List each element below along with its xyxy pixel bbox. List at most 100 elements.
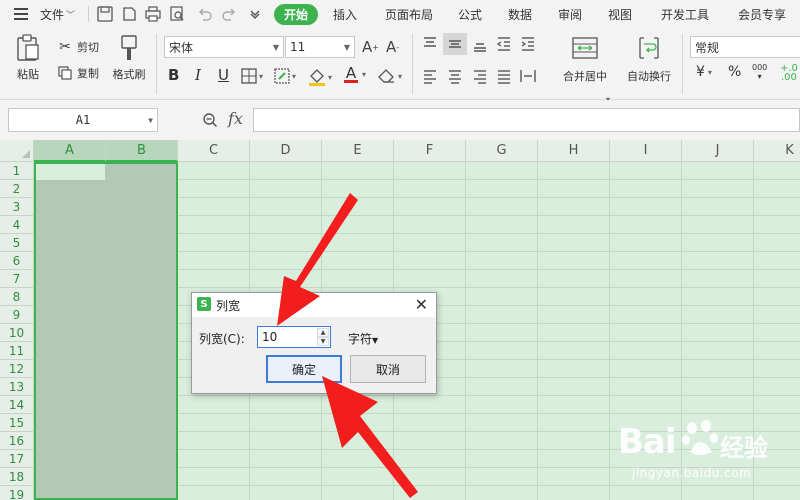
- row-header-11[interactable]: 11: [0, 342, 34, 360]
- align-top-icon[interactable]: [422, 36, 438, 52]
- align-right-icon[interactable]: [472, 68, 488, 84]
- tab-home[interactable]: 开始: [274, 4, 319, 25]
- column-width-input[interactable]: 10: [262, 330, 277, 344]
- column-header-e[interactable]: E: [322, 140, 394, 162]
- currency-button[interactable]: ¥ ▾: [696, 64, 712, 80]
- tab-member[interactable]: 会员专享: [738, 6, 786, 23]
- close-icon[interactable]: ✕: [415, 295, 428, 314]
- column-header-j[interactable]: J: [682, 140, 754, 162]
- file-menu[interactable]: 文件: [36, 6, 68, 23]
- align-left-icon[interactable]: [422, 68, 438, 84]
- column-header-g[interactable]: G: [466, 140, 538, 162]
- cancel-button[interactable]: 取消: [350, 355, 426, 383]
- row-header-18[interactable]: 18: [0, 468, 34, 486]
- active-cell[interactable]: [36, 164, 105, 180]
- row-header-4[interactable]: 4: [0, 216, 34, 234]
- name-box[interactable]: A1 ▼: [8, 108, 158, 132]
- bold-button[interactable]: B: [168, 66, 179, 84]
- tab-data[interactable]: 数据: [508, 6, 532, 23]
- row-header-7[interactable]: 7: [0, 270, 34, 288]
- tab-review[interactable]: 审阅: [558, 6, 582, 23]
- ok-button[interactable]: 确定: [266, 355, 342, 383]
- zoom-icon[interactable]: [202, 112, 218, 131]
- column-header-b[interactable]: B: [106, 140, 178, 162]
- customize-toolbar-icon[interactable]: [244, 3, 266, 25]
- redo-icon[interactable]: [218, 3, 240, 25]
- row-header-6[interactable]: 6: [0, 252, 34, 270]
- eraser-icon[interactable]: ▾: [378, 68, 402, 84]
- print-icon[interactable]: [142, 3, 164, 25]
- decimal-icon[interactable]: +.0.00: [780, 64, 798, 83]
- row-header-5[interactable]: 5: [0, 234, 34, 252]
- italic-button[interactable]: I: [195, 66, 201, 84]
- font-name-select[interactable]: 宋体 ▼: [164, 36, 284, 58]
- percent-button[interactable]: %: [728, 64, 741, 80]
- unit-select[interactable]: 字符▼: [348, 330, 378, 347]
- column-width-spinner[interactable]: 10 ▲ ▼: [257, 326, 331, 348]
- tab-formulas[interactable]: 公式: [458, 6, 482, 23]
- spin-up-icon[interactable]: ▲: [317, 328, 329, 337]
- cut-button[interactable]: ✂ 剪切: [56, 38, 99, 56]
- tab-insert[interactable]: 插入: [333, 6, 357, 23]
- distribute-icon[interactable]: [520, 68, 536, 84]
- decrease-indent-icon[interactable]: [496, 36, 512, 52]
- row-header-3[interactable]: 3: [0, 198, 34, 216]
- row-header-17[interactable]: 17: [0, 450, 34, 468]
- column-header-i[interactable]: I: [610, 140, 682, 162]
- font-size-select[interactable]: 11 ▼: [285, 36, 355, 58]
- row-header-8[interactable]: 8: [0, 288, 34, 306]
- select-all-corner[interactable]: [0, 140, 34, 162]
- row-header-2[interactable]: 2: [0, 180, 34, 198]
- function-icon[interactable]: fx: [228, 109, 243, 128]
- wrap-text-button[interactable]: 自动换行: [622, 36, 676, 84]
- underline-button[interactable]: U: [218, 66, 229, 84]
- row-header-16[interactable]: 16: [0, 432, 34, 450]
- cell-style-icon[interactable]: ▾: [274, 68, 296, 84]
- thousands-separator-button[interactable]: 000 ▾: [752, 63, 767, 81]
- align-center-icon[interactable]: [447, 68, 463, 84]
- format-painter-button[interactable]: 格式刷: [108, 34, 150, 82]
- chevron-down-icon[interactable]: ﹀: [66, 8, 75, 21]
- undo-icon[interactable]: [194, 3, 216, 25]
- column-header-k[interactable]: K: [754, 140, 800, 162]
- column-header-c[interactable]: C: [178, 140, 250, 162]
- increase-font-icon[interactable]: A +: [362, 38, 379, 56]
- column-header-h[interactable]: H: [538, 140, 610, 162]
- dialog-title-bar[interactable]: S 列宽 ✕: [192, 293, 436, 317]
- row-header-10[interactable]: 10: [0, 324, 34, 342]
- font-color-button[interactable]: A: [344, 66, 358, 83]
- row-header-9[interactable]: 9: [0, 306, 34, 324]
- tab-page-layout[interactable]: 页面布局: [385, 6, 433, 23]
- row-header-13[interactable]: 13: [0, 378, 34, 396]
- paste-button[interactable]: 粘贴: [10, 34, 46, 82]
- border-icon[interactable]: ▾: [241, 68, 263, 84]
- save-icon[interactable]: [94, 3, 116, 25]
- tab-view[interactable]: 视图: [608, 6, 632, 23]
- column-header-d[interactable]: D: [250, 140, 322, 162]
- merge-cells-icon: [572, 37, 598, 59]
- column-header-f[interactable]: F: [394, 140, 466, 162]
- row-header-19[interactable]: 19: [0, 486, 34, 500]
- menu-icon[interactable]: [10, 3, 32, 25]
- spin-down-icon[interactable]: ▼: [317, 337, 329, 346]
- tab-developer[interactable]: 开发工具: [661, 6, 709, 23]
- row-header-12[interactable]: 12: [0, 360, 34, 378]
- align-bottom-icon[interactable]: [472, 36, 488, 52]
- print-preview-icon[interactable]: [166, 3, 188, 25]
- column-header-a[interactable]: A: [34, 140, 106, 162]
- row-header-15[interactable]: 15: [0, 414, 34, 432]
- increase-indent-icon[interactable]: [520, 36, 536, 52]
- chevron-down-icon[interactable]: ▾: [362, 70, 366, 79]
- fill-color-icon[interactable]: ▾: [308, 68, 332, 86]
- row-header-14[interactable]: 14: [0, 396, 34, 414]
- decrease-font-icon[interactable]: A-: [386, 38, 399, 56]
- align-middle-icon[interactable]: [443, 33, 467, 55]
- row-header-1[interactable]: 1: [0, 162, 34, 180]
- number-format-select[interactable]: 常规: [690, 36, 800, 58]
- selected-columns-range[interactable]: [34, 162, 178, 500]
- export-icon[interactable]: [118, 3, 140, 25]
- copy-button[interactable]: 复制: [56, 64, 99, 82]
- formula-input[interactable]: [253, 108, 800, 132]
- merge-center-button[interactable]: 合并居中: [550, 36, 620, 84]
- justify-icon[interactable]: [496, 68, 512, 84]
